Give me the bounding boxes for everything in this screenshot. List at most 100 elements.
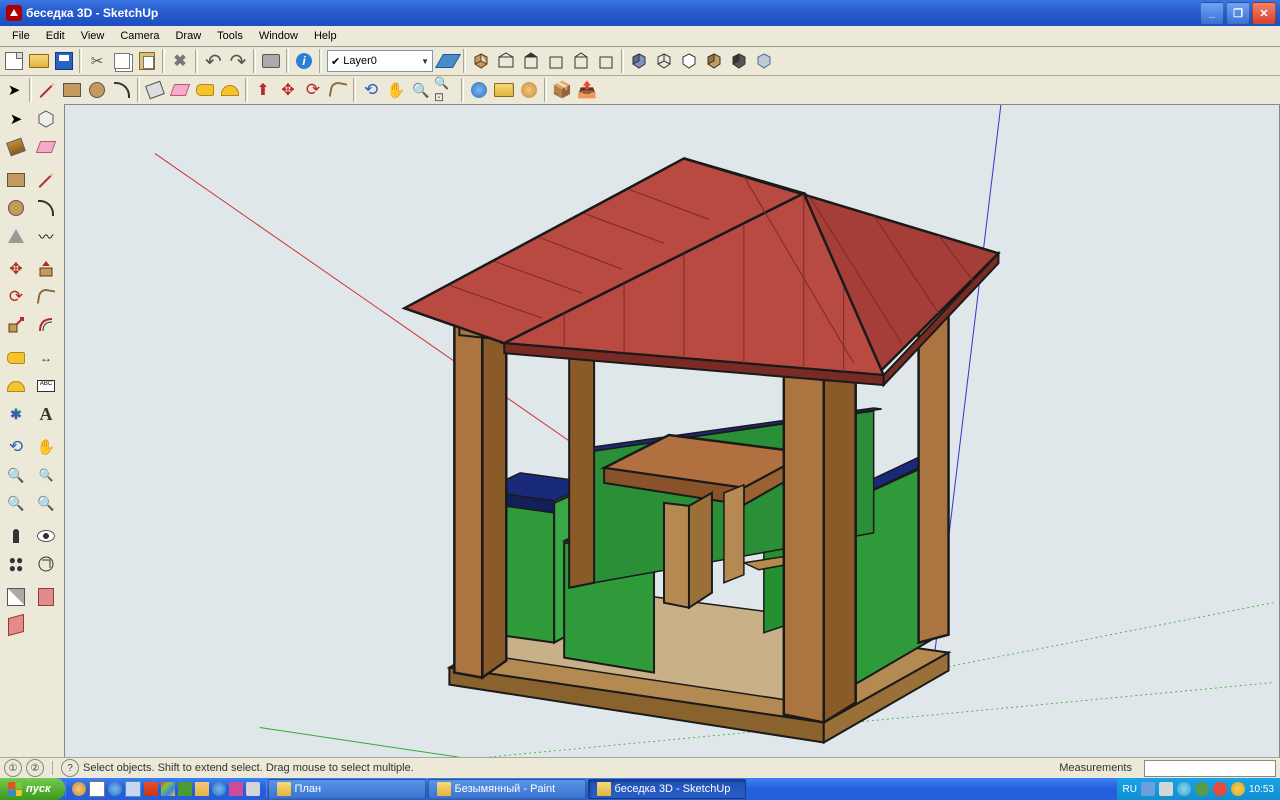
position-camera-button[interactable]: [2, 523, 30, 549]
line-tool-button[interactable]: [35, 78, 59, 102]
ql-icon[interactable]: [144, 782, 158, 796]
followme-button[interactable]: [326, 78, 350, 102]
ql-icon[interactable]: [125, 781, 141, 797]
paint-bucket-button[interactable]: [143, 78, 167, 102]
model-info-button[interactable]: i: [292, 49, 316, 73]
share-component-button[interactable]: 📤: [575, 78, 599, 102]
ql-icon[interactable]: [195, 782, 209, 796]
section-plane-button[interactable]: [32, 551, 60, 577]
minimize-button[interactable]: _: [1200, 2, 1224, 24]
line-tool-button[interactable]: [32, 167, 60, 193]
get-models-button[interactable]: [467, 78, 491, 102]
protractor-button[interactable]: [2, 373, 30, 399]
freehand-tool-button[interactable]: 〰: [32, 223, 60, 249]
share-model-button[interactable]: ↑: [492, 78, 516, 102]
ql-icon[interactable]: [72, 782, 86, 796]
pan-button[interactable]: ✋: [32, 434, 60, 460]
ql-icon[interactable]: [108, 782, 122, 796]
status-icon-2[interactable]: ②: [26, 759, 44, 777]
menu-camera[interactable]: Camera: [112, 28, 167, 44]
rotate-tool-button[interactable]: ⟳: [2, 284, 30, 310]
tray-icon[interactable]: [1213, 782, 1227, 796]
eraser-tool-button[interactable]: [168, 78, 192, 102]
previous-view-button[interactable]: 🔍: [2, 490, 30, 516]
viewport[interactable]: [64, 104, 1280, 758]
paste-button[interactable]: [135, 49, 159, 73]
polygon-tool-button[interactable]: [2, 223, 30, 249]
style-shadedtex-button[interactable]: [702, 49, 726, 73]
menu-edit[interactable]: Edit: [38, 28, 73, 44]
tray-icon[interactable]: [1231, 782, 1245, 796]
walk-button[interactable]: ●●●●: [2, 551, 30, 577]
menu-file[interactable]: File: [4, 28, 38, 44]
copy-button[interactable]: [110, 49, 134, 73]
rotate-tool-button[interactable]: ⟳: [301, 78, 325, 102]
look-around-button[interactable]: [32, 523, 60, 549]
scale-tool-button[interactable]: [2, 312, 30, 338]
next-view-button[interactable]: 🔍: [32, 490, 60, 516]
clock[interactable]: 10:53: [1249, 784, 1274, 795]
move-tool-button[interactable]: ✥: [2, 256, 30, 282]
camera-right-button[interactable]: [544, 49, 568, 73]
camera-top-button[interactable]: [494, 49, 518, 73]
language-indicator[interactable]: RU: [1123, 784, 1137, 795]
section-display-button[interactable]: [2, 584, 30, 610]
circle-tool-button[interactable]: [2, 195, 30, 221]
rectangle-tool-button[interactable]: [60, 78, 84, 102]
erase-button[interactable]: ✖: [168, 49, 192, 73]
tray-icon[interactable]: [1177, 782, 1191, 796]
open-button[interactable]: [27, 49, 51, 73]
ql-icon[interactable]: [246, 782, 260, 796]
tape-measure-button[interactable]: [2, 345, 30, 371]
text-button[interactable]: ABC: [32, 373, 60, 399]
menu-help[interactable]: Help: [306, 28, 345, 44]
3d-text-button[interactable]: A: [32, 401, 60, 427]
zoom-extents-button[interactable]: 🔍⊡: [434, 78, 458, 102]
close-button[interactable]: ✕: [1252, 2, 1276, 24]
camera-left-button[interactable]: [594, 49, 618, 73]
pushpull-button[interactable]: [32, 256, 60, 282]
new-button[interactable]: [2, 49, 26, 73]
style-shaded-button[interactable]: [627, 49, 651, 73]
style-mono-button[interactable]: [727, 49, 751, 73]
select-tool-button[interactable]: ➤: [2, 106, 30, 132]
circle-tool-button[interactable]: [85, 78, 109, 102]
tray-icon[interactable]: [1141, 782, 1155, 796]
print-button[interactable]: [259, 49, 283, 73]
offset-tool-button[interactable]: [32, 312, 60, 338]
tray-icon[interactable]: [1195, 782, 1209, 796]
layer-manager-button[interactable]: [436, 49, 460, 73]
zoom-button[interactable]: 🔍: [2, 462, 30, 488]
camera-iso-button[interactable]: [469, 49, 493, 73]
maximize-button[interactable]: ❐: [1226, 2, 1250, 24]
undo-button[interactable]: ↷: [201, 49, 225, 73]
tape-measure-button[interactable]: [193, 78, 217, 102]
ql-icon[interactable]: [89, 781, 105, 797]
paint-bucket-button[interactable]: [2, 134, 30, 160]
menu-view[interactable]: View: [73, 28, 113, 44]
arc-tool-button[interactable]: [32, 195, 60, 221]
zoom-button[interactable]: 🔍: [409, 78, 433, 102]
pushpull-button[interactable]: ⬆: [251, 78, 275, 102]
pan-button[interactable]: ✋: [384, 78, 408, 102]
redo-button[interactable]: ↷: [226, 49, 250, 73]
axes-button[interactable]: ✱: [2, 401, 30, 427]
arc-tool-button[interactable]: [110, 78, 134, 102]
style-wireframe-button[interactable]: [652, 49, 676, 73]
ql-icon[interactable]: [229, 782, 243, 796]
dimension-button[interactable]: ↔: [32, 345, 60, 371]
component-button[interactable]: [32, 106, 60, 132]
menu-draw[interactable]: Draw: [167, 28, 209, 44]
start-button[interactable]: пуск: [0, 778, 65, 800]
ql-icon[interactable]: [212, 782, 226, 796]
menu-tools[interactable]: Tools: [209, 28, 251, 44]
section-fill-button[interactable]: [2, 612, 30, 638]
taskbar-task[interactable]: План: [268, 779, 426, 799]
taskbar-task[interactable]: беседка 3D - SketchUp: [588, 779, 746, 799]
camera-front-button[interactable]: [519, 49, 543, 73]
camera-back-button[interactable]: [569, 49, 593, 73]
layer-selector[interactable]: ✔ Layer0 ▼: [327, 50, 433, 72]
style-hiddenline-button[interactable]: [677, 49, 701, 73]
menu-window[interactable]: Window: [251, 28, 306, 44]
select-tool-button[interactable]: ➤: [2, 78, 26, 102]
